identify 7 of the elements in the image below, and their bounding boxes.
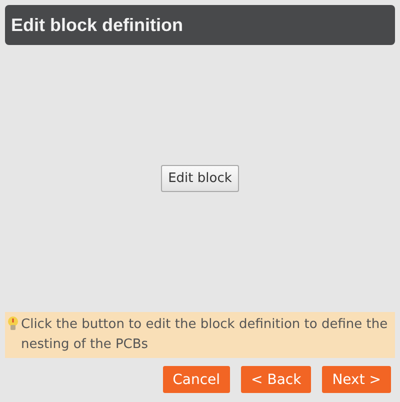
wizard-button[interactable]: Next > [322, 366, 391, 393]
dialog-title: Edit block definition [11, 14, 183, 36]
hint-text: Click the button to edit the block definition to define the nesting of the PCBs [21, 316, 389, 354]
edit-block-button[interactable]: Edit block [161, 165, 239, 192]
wizard-button[interactable]: Cancel [162, 366, 230, 393]
wizard-button[interactable]: < Back [241, 366, 312, 393]
lightbulb-icon [7, 316, 19, 331]
